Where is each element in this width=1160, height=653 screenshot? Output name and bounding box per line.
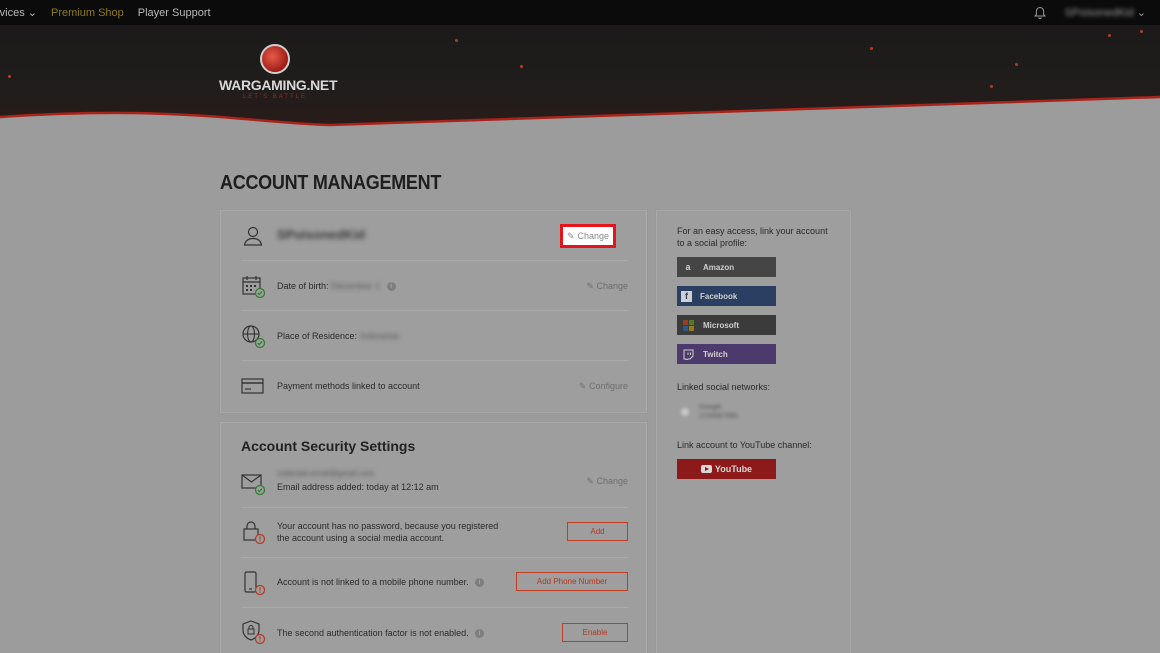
mobile-phone-icon — [244, 571, 265, 595]
user-icon — [243, 226, 263, 246]
microsoft-link-button[interactable]: Microsoft — [677, 315, 776, 335]
username-value: SPoisonedKid — [277, 227, 366, 242]
ember-decoration — [990, 85, 993, 88]
dob-label: Date of birth: — [277, 281, 329, 291]
username-change-button[interactable]: ✎ Change — [560, 224, 616, 248]
youtube-play-icon — [700, 465, 712, 473]
microsoft-icon — [681, 318, 695, 332]
ember-decoration — [8, 75, 11, 78]
residence-label: Place of Residence: — [277, 331, 358, 341]
phone-text: Account is not linked to a mobile phone … — [277, 577, 469, 587]
password-text-line1: Your account has no password, because yo… — [277, 521, 499, 531]
social-intro-text: For an easy access, link your account to… — [677, 226, 828, 248]
header-banner: WARGAMING.NET LET'S BATTLE — [0, 25, 1160, 130]
ember-decoration — [1108, 34, 1111, 37]
email-added-text: Email address added: today at 12:12 am — [277, 482, 439, 492]
credit-card-icon — [241, 378, 264, 394]
ember-decoration — [1140, 30, 1143, 33]
payment-methods-label: Payment methods linked to account — [277, 381, 420, 391]
phone-row: Account is not linked to a mobile phone … — [241, 558, 628, 608]
username-row: SPoisonedKid ✎ Change — [241, 211, 628, 261]
notification-bell-icon[interactable] — [1033, 6, 1047, 20]
security-title: Account Security Settings — [241, 438, 416, 454]
linked-google-account: Google 1234567890 — [681, 403, 738, 421]
shield-lock-icon — [242, 620, 265, 644]
pencil-icon: ✎ — [566, 230, 575, 241]
date-of-birth-row: Date of birth: December 1 i ✎ Change — [241, 261, 628, 311]
ember-decoration — [1015, 63, 1018, 66]
payment-methods-row: Payment methods linked to account ✎ Conf… — [241, 361, 628, 411]
top-navigation-bar: rvices ⌄ Premium Shop Player Support SPo… — [0, 0, 1160, 25]
dob-value: December 1 — [331, 281, 381, 291]
twitch-link-button[interactable]: Twitch — [677, 344, 776, 364]
nav-player-support[interactable]: Player Support — [138, 7, 211, 19]
two-factor-row: The second authentication factor is not … — [241, 608, 628, 653]
linked-networks-label: Linked social networks: — [677, 382, 771, 392]
facebook-icon: f — [681, 290, 692, 302]
ember-decoration — [870, 47, 873, 50]
password-text-line2: the account using a social media account… — [277, 533, 445, 543]
logo-emblem-icon — [260, 44, 290, 74]
amazon-icon: a — [685, 262, 691, 272]
info-icon[interactable]: i — [475, 578, 485, 588]
twitch-icon — [681, 347, 695, 361]
email-change-link[interactable]: ✎ Change — [586, 476, 628, 487]
page-title: ACCOUNT MANAGEMENT — [220, 172, 442, 194]
profile-card: SPoisonedKid ✎ Change Date of birth: Dec… — [220, 210, 647, 413]
residence-value: Indonesia — [359, 331, 399, 341]
google-id: 1234567890 — [699, 413, 738, 420]
facebook-link-button[interactable]: f Facebook — [677, 286, 776, 306]
wargaming-logo[interactable]: WARGAMING.NET LET'S BATTLE — [219, 44, 338, 108]
info-icon[interactable]: i — [475, 629, 485, 639]
nav-services-menu[interactable]: rvices ⌄ — [0, 6, 37, 19]
globe-icon — [242, 325, 265, 348]
nav-premium-shop[interactable]: Premium Shop — [51, 7, 124, 19]
email-value: redacted.email@gmail.com — [277, 469, 375, 478]
info-icon[interactable]: i — [386, 282, 396, 292]
youtube-link-label: Link account to YouTube channel: — [677, 440, 812, 450]
envelope-icon — [241, 474, 265, 495]
youtube-link-button[interactable]: YouTube — [677, 459, 776, 479]
ember-decoration — [520, 65, 523, 68]
banner-red-edge — [0, 95, 1160, 130]
add-password-button[interactable]: Add — [567, 522, 628, 541]
lock-icon — [243, 521, 265, 544]
two-factor-text: The second authentication factor is not … — [277, 628, 469, 638]
password-row: Your account has no password, because yo… — [241, 508, 628, 558]
social-card: For an easy access, link your account to… — [656, 210, 851, 653]
email-row: redacted.email@gmail.com Email address a… — [241, 463, 628, 508]
topbar-right: SPoisonedKid ⌄ — [1033, 0, 1146, 25]
google-icon — [681, 408, 689, 416]
calendar-icon — [242, 276, 265, 298]
google-name: Google — [699, 404, 722, 411]
enable-2fa-button[interactable]: Enable — [562, 623, 628, 642]
dob-change-link[interactable]: ✎ Change — [586, 281, 628, 292]
place-of-residence-row: Place of Residence: Indonesia — [241, 311, 628, 361]
ember-decoration — [455, 39, 458, 42]
amazon-link-button[interactable]: a Amazon — [677, 257, 776, 277]
payment-configure-link[interactable]: ✎ Configure — [579, 381, 628, 392]
add-phone-number-button[interactable]: Add Phone Number — [516, 572, 628, 591]
account-menu[interactable]: SPoisonedKid ⌄ — [1065, 6, 1146, 19]
security-card: Account Security Settings redacted.email… — [220, 422, 647, 653]
